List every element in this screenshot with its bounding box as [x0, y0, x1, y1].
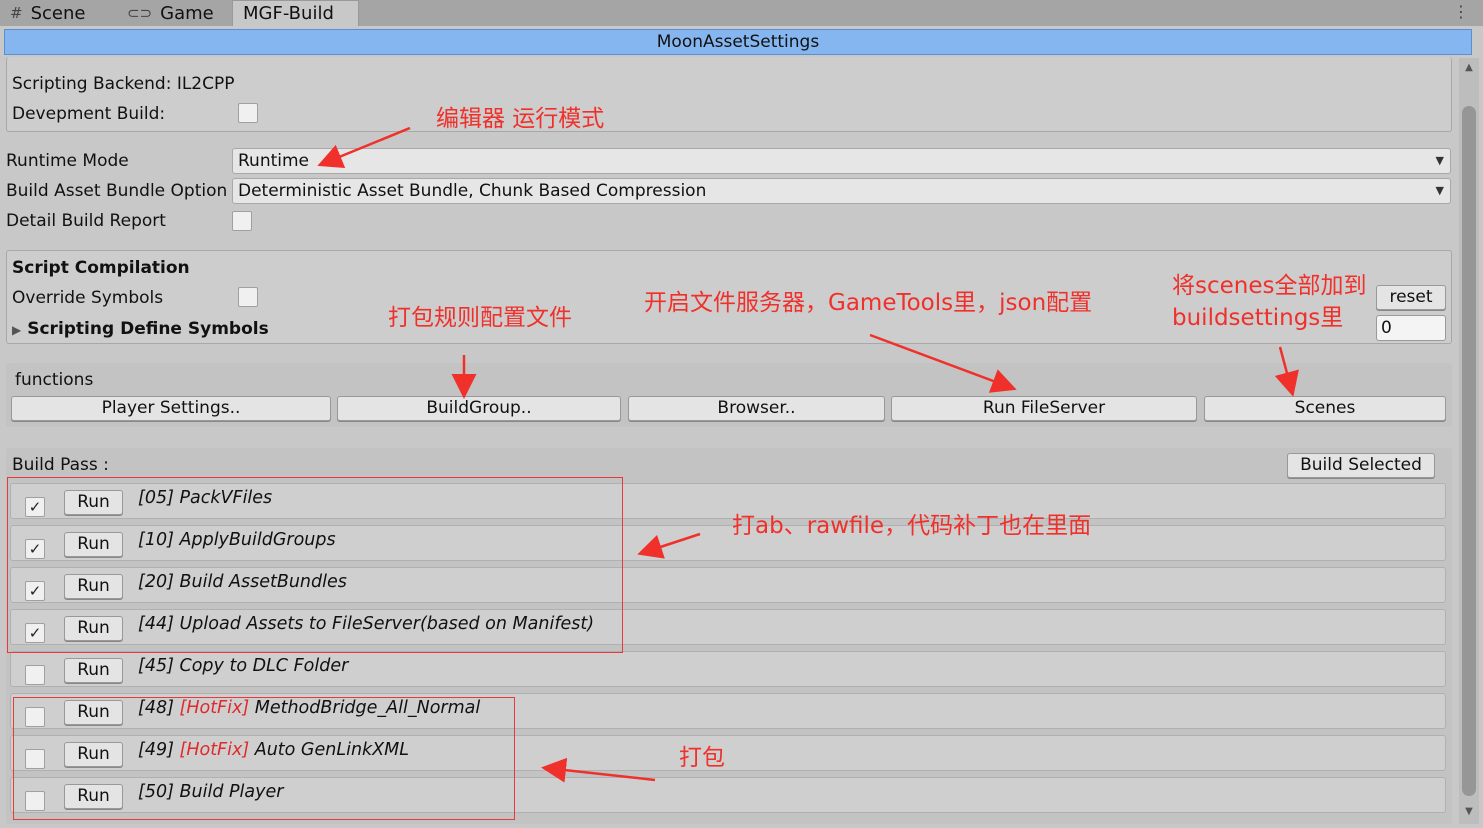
runtime-mode-dropdown[interactable]: Runtime ▼	[232, 148, 1451, 174]
chevron-down-icon: ▼	[1435, 184, 1444, 197]
annotation-box-pack	[13, 697, 515, 820]
scenes-button[interactable]: Scenes	[1204, 396, 1446, 421]
build-option-value: Deterministic Asset Bundle, Chunk Based …	[238, 181, 707, 201]
tab-mgf-build[interactable]: MGF-Build	[232, 0, 359, 26]
scroll-up-icon[interactable]: ▲	[1462, 62, 1476, 76]
run-button[interactable]: Run	[64, 658, 123, 683]
annotation-box-ab	[7, 477, 623, 653]
pass-checkbox[interactable]	[25, 665, 45, 685]
detail-report-checkbox[interactable]	[232, 211, 252, 231]
tab-label: MGF-Build	[243, 3, 334, 24]
more-options-icon[interactable]: ⋮	[1453, 0, 1469, 26]
build-group-button[interactable]: BuildGroup..	[337, 396, 621, 421]
functions-title: functions	[15, 370, 94, 390]
script-compilation-title: Script Compilation	[12, 258, 190, 278]
annotation-build-rules: 打包规则配置文件	[388, 305, 572, 331]
scripting-define-symbols-label: Scripting Define Symbols	[27, 319, 269, 339]
run-fileserver-button[interactable]: Run FileServer	[891, 396, 1197, 421]
override-symbols-checkbox[interactable]	[238, 287, 258, 307]
chevron-down-icon: ▼	[1435, 154, 1444, 167]
pass-label: [45] Copy to DLC Folder	[138, 656, 349, 676]
annotation-pack: 打包	[679, 745, 725, 771]
override-symbols-label: Override Symbols	[12, 288, 164, 308]
devepment-build-checkbox[interactable]	[238, 103, 258, 123]
browser-button[interactable]: Browser..	[628, 396, 885, 421]
build-option-dropdown[interactable]: Deterministic Asset Bundle, Chunk Based …	[232, 178, 1451, 204]
build-option-label: Build Asset Bundle Option	[6, 181, 228, 201]
tab-label: Scene	[30, 2, 86, 24]
functions-panel: functions Player Settings.. BuildGroup..…	[6, 363, 1452, 427]
header-title: MoonAssetSettings	[4, 29, 1472, 55]
devepment-build-label: Devepment Build:	[12, 104, 166, 124]
reset-button[interactable]: reset	[1376, 285, 1446, 310]
detail-report-label: Detail Build Report	[6, 211, 166, 231]
scroll-thumb[interactable]	[1462, 106, 1476, 796]
tab-label: Game	[160, 2, 214, 24]
gamepad-icon: ⊂⊃	[127, 4, 153, 22]
annotation-ab-rawfile: 打ab、rawfile，代码补丁也在里面	[732, 513, 1092, 539]
symbol-count-field[interactable]: 0	[1376, 315, 1446, 341]
scripting-backend-label: Scripting Backend: IL2CPP	[12, 74, 235, 94]
scripting-define-symbols-foldout[interactable]: ▶ Scripting Define Symbols	[12, 319, 269, 339]
tab-scene[interactable]: # Scene	[10, 0, 85, 26]
annotation-file-server: 开启文件服务器，GameTools里，json配置	[644, 290, 1093, 316]
build-pass-title: Build Pass :	[12, 455, 109, 475]
tab-bar: # Scene ⊂⊃ Game MGF-Build ⋮	[0, 0, 1483, 26]
build-selected-button[interactable]: Build Selected	[1287, 453, 1435, 478]
runtime-mode-value: Runtime	[238, 151, 310, 171]
annotation-editor-mode: 编辑器 运行模式	[436, 106, 605, 132]
build-pass-row: Run [45] Copy to DLC Folder	[10, 651, 1446, 687]
annotation-scenes-line2: buildsettings里	[1172, 305, 1344, 331]
scroll-down-icon[interactable]: ▼	[1462, 806, 1476, 820]
build-info-panel: Scripting Backend: IL2CPP Devepment Buil…	[6, 57, 1452, 132]
caret-right-icon: ▶	[12, 323, 22, 337]
player-settings-button[interactable]: Player Settings..	[11, 396, 331, 421]
annotation-scenes-line1: 将scenes全部加到	[1172, 273, 1367, 299]
tab-game[interactable]: ⊂⊃ Game	[127, 0, 214, 26]
runtime-mode-label: Runtime Mode	[6, 151, 129, 171]
grid-icon: #	[10, 4, 23, 22]
